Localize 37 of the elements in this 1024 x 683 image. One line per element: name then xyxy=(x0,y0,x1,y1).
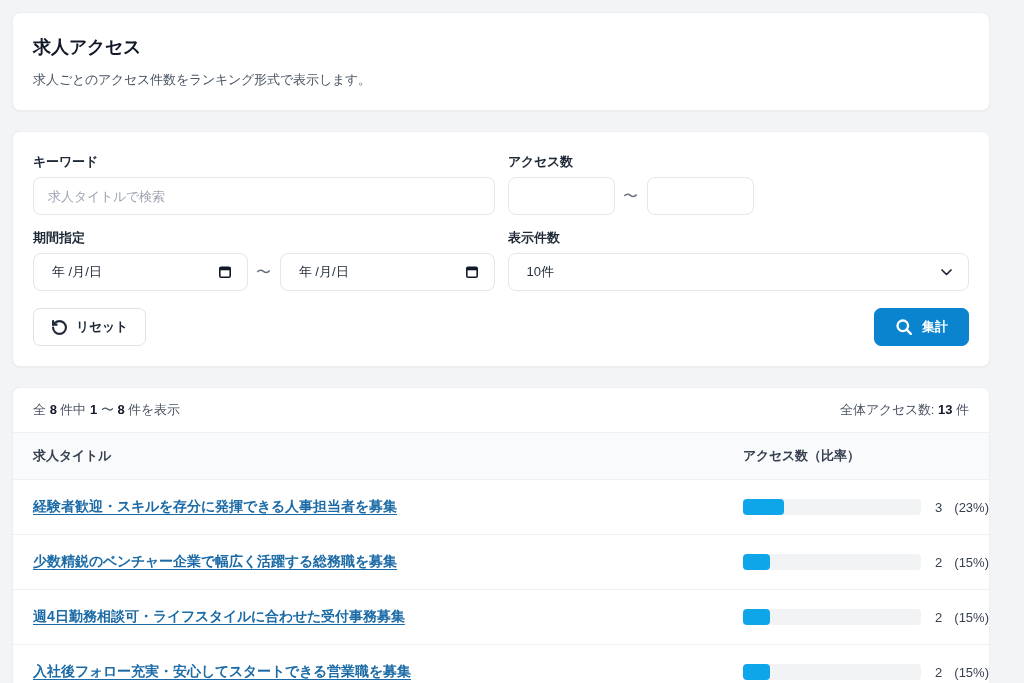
page-description: 求人ごとのアクセス件数をランキング形式で表示します。 xyxy=(33,71,372,89)
field-label: 表示件数 xyxy=(507,229,560,247)
keyword-input-field[interactable]: 求人タイトルで検索 xyxy=(33,177,495,215)
reset-button[interactable]: リセット xyxy=(33,308,146,346)
field-label: 期間指定 xyxy=(33,229,85,247)
range-separator: 〜 xyxy=(256,263,272,281)
search-button[interactable]: 集計 xyxy=(874,308,969,346)
access-count: 2 xyxy=(934,664,943,680)
field-label: アクセス数 xyxy=(507,153,573,171)
job-title-link[interactable]: 経験者歓迎・スキルを存分に発揮できる人事担当者を募集 xyxy=(33,498,397,516)
access-count: 3 xyxy=(934,499,943,515)
search-icon xyxy=(896,319,912,335)
job-title-link[interactable]: 少数精鋭のベンチャー企業で幅広く活躍する総務職を募集 xyxy=(33,553,397,571)
access-ratio: (23%) xyxy=(954,499,989,515)
page-title: 求人アクセス xyxy=(33,36,142,59)
number-input-field[interactable] xyxy=(646,177,754,215)
number-input-field[interactable] xyxy=(507,177,615,215)
calendar-icon xyxy=(465,266,478,278)
field-label: キーワード xyxy=(33,153,98,171)
column-header: アクセス数（比率） xyxy=(743,447,860,465)
access-count: 2 xyxy=(934,609,943,625)
job-title-link[interactable]: 入社後フォロー充実・安心してスタートできる営業職を募集 xyxy=(33,663,411,681)
access-ratio: (15%) xyxy=(954,554,989,570)
access-count: 2 xyxy=(934,554,943,570)
chevron-down-icon xyxy=(941,268,952,276)
range-separator: 〜 xyxy=(623,187,638,205)
select-dropdown[interactable]: 10件 xyxy=(507,253,969,291)
job-title-link[interactable]: 週4日勤務相談可・ライフスタイルに合わせた受付事務募集 xyxy=(33,608,405,626)
column-header: 求人タイトル xyxy=(33,447,111,465)
access-ratio: (15%) xyxy=(954,664,989,680)
rotate-left-icon xyxy=(52,319,67,335)
access-ratio: (15%) xyxy=(954,609,989,625)
calendar-icon xyxy=(218,266,231,278)
date-field[interactable]: 年 /月/日 xyxy=(33,253,248,291)
results-summary: 全 8 件中 1 〜 8 件を表示 xyxy=(33,401,181,419)
total-access-count: 全体アクセス数: 13 件 xyxy=(839,401,969,419)
date-field[interactable]: 年 /月/日 xyxy=(279,253,495,291)
